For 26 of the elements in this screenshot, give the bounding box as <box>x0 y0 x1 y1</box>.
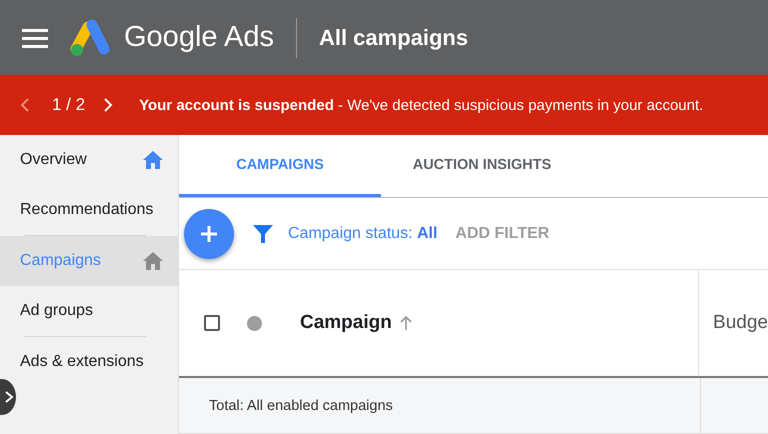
chevron-icon <box>4 391 14 403</box>
sidebar-item[interactable]: Overview <box>0 135 178 185</box>
sort-up-icon[interactable] <box>400 316 412 330</box>
sidebar-item[interactable]: Recommendations <box>0 185 178 235</box>
sidebar-item[interactable]: Ad groups <box>0 286 178 336</box>
logo-icon <box>70 18 112 56</box>
suspension-message: Your account is suspended - We've detected suspicious payments in your account. <box>139 96 704 114</box>
tab[interactable]: AUCTION INSIGHTS <box>381 135 583 197</box>
total-row-label: Total: All enabled campaigns <box>179 378 701 433</box>
menu-icon[interactable] <box>22 28 48 48</box>
status-filter[interactable]: Campaign status: All <box>288 224 438 242</box>
product-name: Google Ads <box>124 21 274 54</box>
filter-icon[interactable] <box>252 222 274 244</box>
add-button[interactable] <box>184 208 234 258</box>
alert-pager: 1 / 2 <box>52 95 86 115</box>
column-header[interactable]: Budge <box>713 312 768 334</box>
tab[interactable]: CAMPAIGNS <box>179 135 381 197</box>
page-title: All campaigns <box>318 24 468 50</box>
column-header[interactable]: Campaign <box>300 312 392 334</box>
status-dot <box>247 316 262 330</box>
select-all-checkbox[interactable] <box>204 315 220 331</box>
home-icon <box>143 151 163 169</box>
next-icon[interactable] <box>103 98 114 112</box>
home-icon <box>143 252 163 270</box>
sidebar-item[interactable]: Ads & extensions <box>0 337 178 387</box>
plus-icon <box>199 224 219 244</box>
